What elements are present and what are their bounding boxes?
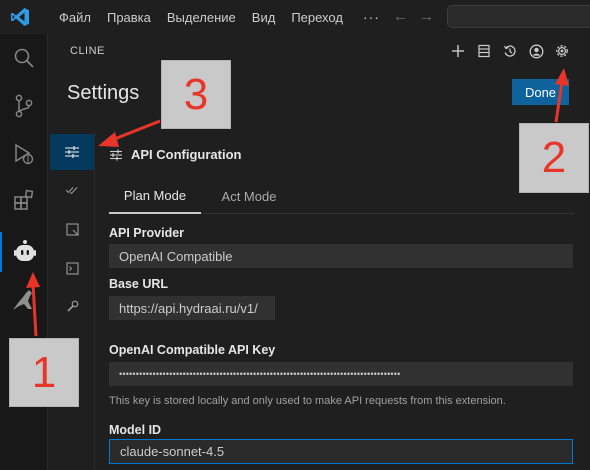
annotation-box-2: 2 [519,123,589,193]
annotation-number-1: 1 [31,347,57,397]
annotation-number-3: 3 [183,69,209,119]
model-id-input[interactable] [109,439,573,464]
sidebar-item-api-configuration[interactable] [50,134,94,170]
run-debug-icon [15,143,34,165]
api-provider-dropdown[interactable]: OpenAI Compatible [109,244,573,268]
title-bar: Файл Правка Выделение Вид Переход ··· ← … [0,0,590,34]
command-center-search[interactable] [447,5,590,28]
api-key-label: OpenAI Compatible API Key [109,343,276,357]
tab-act-mode[interactable]: Act Mode [201,179,297,214]
api-provider-label: API Provider [109,226,185,240]
mode-tabs: Plan Mode Act Mode [109,179,574,214]
gear-icon[interactable] [553,42,571,60]
api-key-help-text: This key is stored locally and only used… [109,395,506,407]
cline-robot-icon [14,240,36,261]
activity-source-control[interactable] [0,86,48,126]
menu-go[interactable]: Переход [291,10,343,25]
section-title: API Configuration [131,147,242,162]
annotation-box-3: 3 [161,60,231,129]
vscode-logo-icon [11,8,29,26]
menu-more[interactable]: ··· [363,9,380,25]
menu-edit[interactable]: Правка [107,10,151,25]
tab-plan-mode[interactable]: Plan Mode [109,179,201,214]
annotation-number-2: 2 [541,133,567,182]
panel-header: CLINE [70,45,105,57]
history-db-icon[interactable] [475,42,493,60]
wrench-icon [66,300,78,312]
activity-kangaroo[interactable] [0,280,48,320]
forward-arrow-icon[interactable]: → [419,8,434,25]
menu-file[interactable]: Файл [59,10,91,25]
menu-bar: Файл Правка Выделение Вид Переход ··· [59,0,396,34]
kangaroo-icon [13,290,32,310]
api-key-input[interactable] [109,362,573,386]
done-button[interactable]: Done [512,79,569,105]
cline-panel: CLINE Settings Done API Configuration Pl… [49,34,590,470]
sidebar-item-terminal[interactable] [49,250,95,286]
sidebar-item-features[interactable] [49,172,95,208]
activity-run-debug[interactable] [0,134,48,174]
api-configuration-header: API Configuration [109,147,242,162]
terminal-icon [65,261,79,275]
plus-icon[interactable] [449,42,467,60]
activity-cline[interactable] [0,232,48,272]
search-icon [14,48,34,68]
settings-title: Settings [67,82,140,104]
activity-explorer[interactable] [0,38,48,78]
sidebar-item-browser[interactable] [49,211,95,247]
menu-selection[interactable]: Выделение [167,10,236,25]
double-check-icon [65,187,78,195]
account-icon[interactable] [527,42,545,60]
activity-extensions[interactable] [0,180,48,220]
base-url-input[interactable] [109,296,275,320]
base-url-label: Base URL [109,277,169,291]
sidebar-item-debug[interactable] [49,288,95,324]
sliders-icon [65,146,79,158]
annotation-box-1: 1 [9,338,79,407]
back-arrow-icon[interactable]: ← [393,8,408,25]
menu-view[interactable]: Вид [252,10,276,25]
source-control-icon [15,94,33,118]
sliders-icon [110,149,122,160]
checkpoint-icon [65,222,79,236]
model-id-label: Model ID [109,423,162,437]
settings-sidebar [49,132,95,470]
extensions-icon [14,189,34,210]
history-icon[interactable] [501,42,519,60]
